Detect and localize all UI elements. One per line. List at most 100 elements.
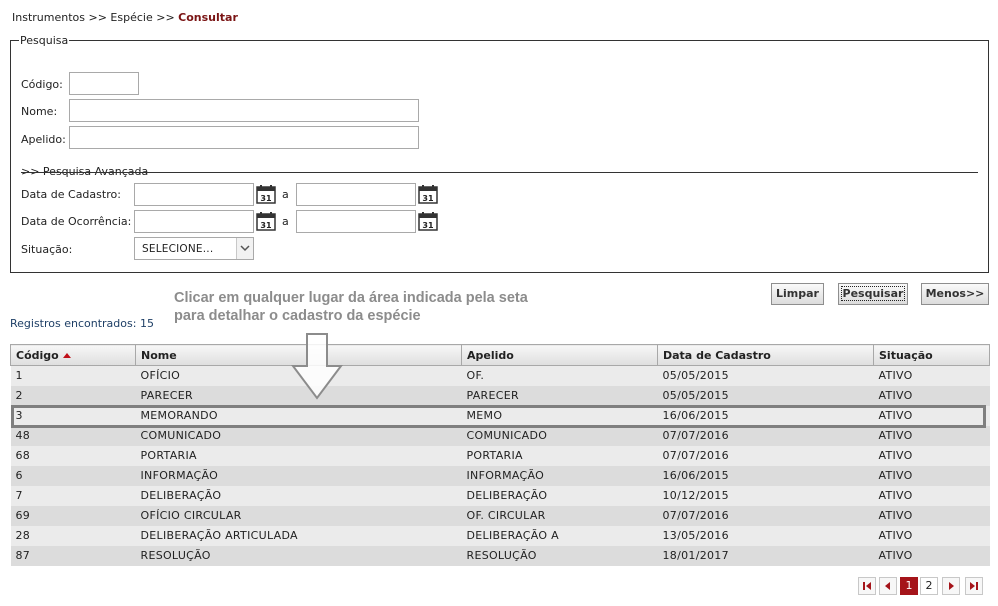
apelido-label: Apelido: bbox=[21, 133, 66, 146]
nome-label: Nome: bbox=[21, 105, 58, 118]
table-header-row: Código Nome Apelido Data de Cadastro Sit… bbox=[10, 344, 990, 366]
hint-line-1: Clicar em qualquer lugar da área indicad… bbox=[174, 290, 528, 306]
cell-codigo: 48 bbox=[10, 425, 136, 446]
table-row[interactable]: 2 PARECER PARECER 05/05/2015 ATIVO bbox=[10, 385, 990, 406]
cell-nome: COMUNICADO bbox=[135, 425, 462, 446]
table-row[interactable]: 3 MEMORANDO MEMO 16/06/2015 ATIVO bbox=[10, 405, 990, 426]
codigo-label: Código: bbox=[21, 78, 63, 91]
breadcrumb-instrumentos[interactable]: Instrumentos bbox=[12, 11, 85, 24]
cell-codigo: 1 bbox=[10, 365, 136, 386]
menos-button[interactable]: Menos>> bbox=[921, 283, 989, 305]
cell-situacao: ATIVO bbox=[873, 445, 990, 466]
cell-data-cadastro: 18/01/2017 bbox=[657, 545, 874, 566]
divider bbox=[21, 172, 978, 173]
cell-data-cadastro: 16/06/2015 bbox=[657, 465, 874, 486]
cell-data-cadastro: 07/07/2016 bbox=[657, 425, 874, 446]
cell-data-cadastro: 16/06/2015 bbox=[657, 405, 874, 426]
first-page-icon bbox=[863, 582, 871, 590]
records-count: Registros encontrados: 15 bbox=[10, 317, 154, 330]
breadcrumb-separator: >> bbox=[156, 11, 175, 24]
page-1-button[interactable]: 1 bbox=[900, 577, 918, 595]
situacao-select[interactable]: SELECIONE... bbox=[134, 237, 254, 260]
calendar-icon[interactable]: 31 bbox=[418, 211, 438, 231]
situacao-label: Situação: bbox=[21, 243, 73, 256]
table-row[interactable]: 69 OFÍCIO CIRCULAR OF. CIRCULAR 07/07/2016 A… bbox=[10, 505, 990, 526]
last-page-button[interactable] bbox=[965, 577, 983, 595]
next-page-button[interactable] bbox=[942, 577, 960, 595]
cell-codigo: 7 bbox=[10, 485, 136, 506]
hint-line-2: para detalhar o cadastro da espécie bbox=[174, 308, 421, 324]
situacao-selected-value: SELECIONE... bbox=[142, 243, 214, 255]
data-ocorrencia-label: Data de Ocorrência: bbox=[21, 215, 132, 228]
table-row[interactable]: 68 PORTARIA PORTARIA 07/07/2016 ATIVO bbox=[10, 445, 990, 466]
cell-situacao: ATIVO bbox=[873, 425, 990, 446]
data-cadastro-start-input[interactable] bbox=[134, 183, 254, 206]
cell-apelido: RESOLUÇÃO bbox=[461, 545, 658, 566]
sort-ascending-icon bbox=[62, 352, 71, 358]
cell-nome: DELIBERAÇÃO ARTICULADA bbox=[135, 525, 462, 546]
cell-apelido: DELIBERAÇÃO bbox=[461, 485, 658, 506]
data-ocorrencia-start-input[interactable] bbox=[134, 210, 254, 233]
table-row[interactable]: 1 OFÍCIO OF. 05/05/2015 ATIVO bbox=[10, 365, 990, 386]
nome-input[interactable] bbox=[69, 99, 419, 122]
cell-apelido: PORTARIA bbox=[461, 445, 658, 466]
pesquisar-button[interactable]: Pesquisar bbox=[838, 283, 908, 305]
table-row[interactable]: 6 INFORMAÇÃO INFORMAÇÃO 16/06/2015 ATIVO bbox=[10, 465, 990, 486]
table-row[interactable]: 87 RESOLUÇÃO RESOLUÇÃO 18/01/2017 ATIVO bbox=[10, 545, 990, 566]
results-table: Código Nome Apelido Data de Cadastro Sit… bbox=[10, 344, 990, 566]
calendar-day: 31 bbox=[422, 194, 434, 203]
cell-codigo: 68 bbox=[10, 445, 136, 466]
cell-codigo: 2 bbox=[10, 385, 136, 406]
page-2-button[interactable]: 2 bbox=[920, 577, 938, 595]
breadcrumb-separator: >> bbox=[88, 11, 107, 24]
cell-data-cadastro: 10/12/2015 bbox=[657, 485, 874, 506]
calendar-day: 31 bbox=[260, 194, 272, 203]
cell-situacao: ATIVO bbox=[873, 505, 990, 526]
range-separator: a bbox=[282, 188, 289, 201]
first-page-button[interactable] bbox=[858, 577, 876, 595]
cell-apelido: COMUNICADO bbox=[461, 425, 658, 446]
down-arrow-icon bbox=[291, 333, 343, 400]
data-cadastro-label: Data de Cadastro: bbox=[21, 188, 121, 201]
cell-codigo: 69 bbox=[10, 505, 136, 526]
column-header-apelido[interactable]: Apelido bbox=[461, 344, 658, 366]
breadcrumb-especie[interactable]: Espécie bbox=[110, 11, 152, 24]
cell-codigo: 3 bbox=[10, 405, 136, 426]
breadcrumb: Instrumentos >> Espécie >> Consultar bbox=[12, 11, 238, 24]
column-header-codigo[interactable]: Código bbox=[10, 344, 136, 366]
calendar-icon[interactable]: 31 bbox=[256, 211, 276, 231]
cell-situacao: ATIVO bbox=[873, 545, 990, 566]
range-separator: a bbox=[282, 215, 289, 228]
cell-situacao: ATIVO bbox=[873, 405, 990, 426]
codigo-input[interactable] bbox=[69, 72, 139, 95]
limpar-button[interactable]: Limpar bbox=[771, 283, 824, 305]
chevron-down-icon bbox=[236, 238, 253, 259]
table-row[interactable]: 48 COMUNICADO COMUNICADO 07/07/2016 ATIVO bbox=[10, 425, 990, 446]
cell-codigo: 6 bbox=[10, 465, 136, 486]
data-cadastro-end-input[interactable] bbox=[296, 183, 416, 206]
cell-apelido: OF. CIRCULAR bbox=[461, 505, 658, 526]
cell-apelido: INFORMAÇÃO bbox=[461, 465, 658, 486]
column-header-situacao[interactable]: Situação bbox=[873, 344, 990, 366]
cell-nome: MEMORANDO bbox=[135, 405, 462, 426]
cell-data-cadastro: 13/05/2016 bbox=[657, 525, 874, 546]
calendar-icon[interactable]: 31 bbox=[256, 184, 276, 204]
cell-data-cadastro: 05/05/2015 bbox=[657, 385, 874, 406]
cell-situacao: ATIVO bbox=[873, 485, 990, 506]
calendar-icon[interactable]: 31 bbox=[418, 184, 438, 204]
data-ocorrencia-end-input[interactable] bbox=[296, 210, 416, 233]
cell-apelido: OF. bbox=[461, 365, 658, 386]
cell-situacao: ATIVO bbox=[873, 465, 990, 486]
table-row[interactable]: 28 DELIBERAÇÃO ARTICULADA DELIBERAÇÃO A 13/… bbox=[10, 525, 990, 546]
column-header-data-cadastro[interactable]: Data de Cadastro bbox=[657, 344, 874, 366]
previous-page-icon bbox=[885, 582, 890, 590]
hint-annotation: Clicar em qualquer lugar da área indicad… bbox=[174, 289, 528, 325]
cell-situacao: ATIVO bbox=[873, 365, 990, 386]
cell-nome: PORTARIA bbox=[135, 445, 462, 466]
table-row[interactable]: 7 DELIBERAÇÃO DELIBERAÇÃO 10/12/2015 ATIVO bbox=[10, 485, 990, 506]
apelido-input[interactable] bbox=[69, 126, 419, 149]
search-legend: Pesquisa bbox=[20, 34, 69, 47]
cell-situacao: ATIVO bbox=[873, 385, 990, 406]
cell-situacao: ATIVO bbox=[873, 525, 990, 546]
previous-page-button[interactable] bbox=[879, 577, 897, 595]
